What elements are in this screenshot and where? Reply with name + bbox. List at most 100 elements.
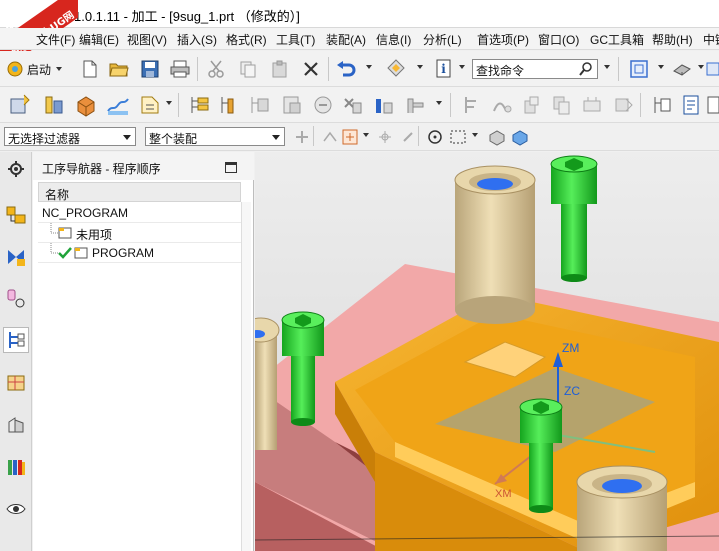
selection-filter-dropdown[interactable]: 无选择过滤器 xyxy=(4,127,136,146)
bushing-far-left xyxy=(255,317,280,450)
menu-information[interactable]: 信息(I) xyxy=(376,31,411,48)
nav-geometry-view-icon[interactable] xyxy=(248,93,272,117)
rectangle-select-icon[interactable] xyxy=(446,125,470,149)
operation-navigator-panel: 工序导航器 - 程序顺序 名称 NC_PROGRAM 未用项 PROGRAM xyxy=(33,152,254,551)
fit-view-icon[interactable] xyxy=(627,57,651,81)
menu-analysis[interactable]: 分析(L) xyxy=(423,31,462,48)
assembly-navigator-icon[interactable] xyxy=(3,202,29,228)
machine-tool-icon[interactable] xyxy=(404,93,428,117)
title-bar: 1.0.1.11 - 加工 - [9sug_1.prt （修改的）] xyxy=(0,0,719,28)
resource-bar xyxy=(0,152,32,551)
menu-assembly[interactable]: 装配(A) xyxy=(326,31,366,48)
column-header-name[interactable]: 名称 xyxy=(38,182,241,202)
create-program-icon[interactable] xyxy=(8,93,32,117)
scissors-icon[interactable] xyxy=(204,57,228,81)
nav-method-view-icon[interactable] xyxy=(280,93,304,117)
save-icon[interactable] xyxy=(138,57,162,81)
object-edit-icon[interactable] xyxy=(520,93,544,117)
constraint-navigator-icon[interactable] xyxy=(3,244,29,270)
more-cam-icon[interactable] xyxy=(706,93,719,117)
axis-label-zc: ZC xyxy=(564,384,580,398)
report-icon[interactable] xyxy=(680,93,704,117)
feature-navigator-icon[interactable] xyxy=(3,412,29,438)
model-scene: ZM ZC XM xyxy=(255,152,719,551)
menu-help[interactable]: 帮助(H) xyxy=(652,31,693,48)
circle-select-icon[interactable] xyxy=(423,125,447,149)
feeds-speeds-icon[interactable] xyxy=(460,93,484,117)
information-icon[interactable]: i xyxy=(432,57,456,81)
snap-box-icon[interactable] xyxy=(338,125,362,149)
create-geometry-icon[interactable] xyxy=(74,93,98,117)
cam-toolbar xyxy=(0,87,719,123)
settings-gear-icon[interactable] xyxy=(3,156,29,182)
menu-view[interactable]: 视图(V) xyxy=(127,31,167,48)
svg-text:i: i xyxy=(441,62,446,76)
selection-toolbar: 无选择过滤器 整个装配 xyxy=(0,123,719,151)
paste-icon[interactable] xyxy=(268,57,292,81)
snap-toggle-icon[interactable] xyxy=(373,125,397,149)
select-component-icon[interactable] xyxy=(508,125,532,149)
navigator-header: 工序导航器 - 程序顺序 xyxy=(33,152,254,180)
tool-path-edit-icon[interactable] xyxy=(490,93,514,117)
start-gear-icon xyxy=(7,61,23,77)
create-method-icon[interactable] xyxy=(106,93,130,117)
tree-row-program[interactable]: PROGRAM xyxy=(38,243,241,263)
generate-toolpath-icon[interactable] xyxy=(311,93,335,117)
navigator-title: 工序导航器 - 程序顺序 xyxy=(42,162,161,176)
more-view-icon[interactable] xyxy=(705,57,719,81)
new-file-icon[interactable] xyxy=(78,57,102,81)
library-icon[interactable] xyxy=(3,454,29,480)
create-tool-icon[interactable] xyxy=(42,93,66,117)
object-transform-icon[interactable] xyxy=(612,93,636,117)
maximize-icon[interactable] xyxy=(225,162,237,173)
command-search-input[interactable]: 查找命令 xyxy=(472,59,598,79)
menu-tools[interactable]: 工具(T) xyxy=(276,31,315,48)
menu-format[interactable]: 格式(R) xyxy=(226,31,267,48)
assembly-scope-dropdown[interactable]: 整个装配 xyxy=(145,127,285,146)
snap-more-icon[interactable] xyxy=(396,125,420,149)
navigator-scrollbar[interactable] xyxy=(241,202,251,551)
shop-doc-icon[interactable] xyxy=(650,93,674,117)
menu-more[interactable]: 中键 xyxy=(703,31,719,48)
create-operation-icon[interactable] xyxy=(138,93,162,117)
undo-icon[interactable] xyxy=(334,57,358,81)
menu-preferences[interactable]: 首选项(P) xyxy=(477,31,529,48)
select-settings-icon[interactable] xyxy=(290,125,314,149)
axis-label-zm: ZM xyxy=(562,341,579,355)
render-style-icon[interactable] xyxy=(670,57,694,81)
bushing-bottom xyxy=(576,465,668,551)
menu-edit[interactable]: 编辑(E) xyxy=(79,31,119,48)
start-button[interactable]: 启动 xyxy=(6,59,63,79)
menu-gc-toolbox[interactable]: GC工具箱 xyxy=(590,31,644,48)
window-title: 1.0.1.11 - 加工 - [9sug_1.prt （修改的）] xyxy=(74,9,300,24)
program-group-icon xyxy=(74,247,88,259)
object-cut-icon[interactable] xyxy=(580,93,604,117)
select-body-icon[interactable] xyxy=(485,125,509,149)
part-navigator-icon[interactable] xyxy=(3,286,29,312)
verify-toolpath-icon[interactable] xyxy=(341,93,365,117)
checkmark-icon xyxy=(58,247,72,259)
bushing-left xyxy=(454,165,536,324)
graphics-viewport[interactable]: ZM ZC XM xyxy=(255,152,719,551)
menu-file[interactable]: 文件(F) xyxy=(36,31,75,48)
open-folder-icon[interactable] xyxy=(107,57,131,81)
menu-window[interactable]: 窗口(O) xyxy=(538,31,579,48)
magnifier-icon[interactable] xyxy=(578,61,594,77)
copy-icon[interactable] xyxy=(236,57,260,81)
operation-navigator-icon[interactable] xyxy=(3,327,29,353)
tree-row-unused-items[interactable]: 未用项 xyxy=(38,223,241,243)
eye-icon[interactable] xyxy=(3,496,29,522)
tree-row-nc-program[interactable]: NC_PROGRAM xyxy=(38,203,241,223)
delete-x-icon[interactable] xyxy=(299,57,323,81)
object-copy-icon[interactable] xyxy=(550,93,574,117)
printer-icon[interactable] xyxy=(168,57,192,81)
machine-navigator-icon[interactable] xyxy=(3,370,29,396)
nav-tool-view-icon[interactable] xyxy=(218,93,242,117)
postprocess-icon[interactable] xyxy=(372,93,396,117)
nav-program-view-icon[interactable] xyxy=(188,93,212,117)
standard-toolbar: 启动 i 查找命令 xyxy=(0,51,719,87)
menu-bar: 文件(F) 编辑(E) 视图(V) 插入(S) 格式(R) 工具(T) 装配(A… xyxy=(0,28,719,50)
menu-insert[interactable]: 插入(S) xyxy=(177,31,217,48)
selection-mode-icon[interactable] xyxy=(384,57,408,81)
axis-label-xm: XM xyxy=(495,488,512,500)
